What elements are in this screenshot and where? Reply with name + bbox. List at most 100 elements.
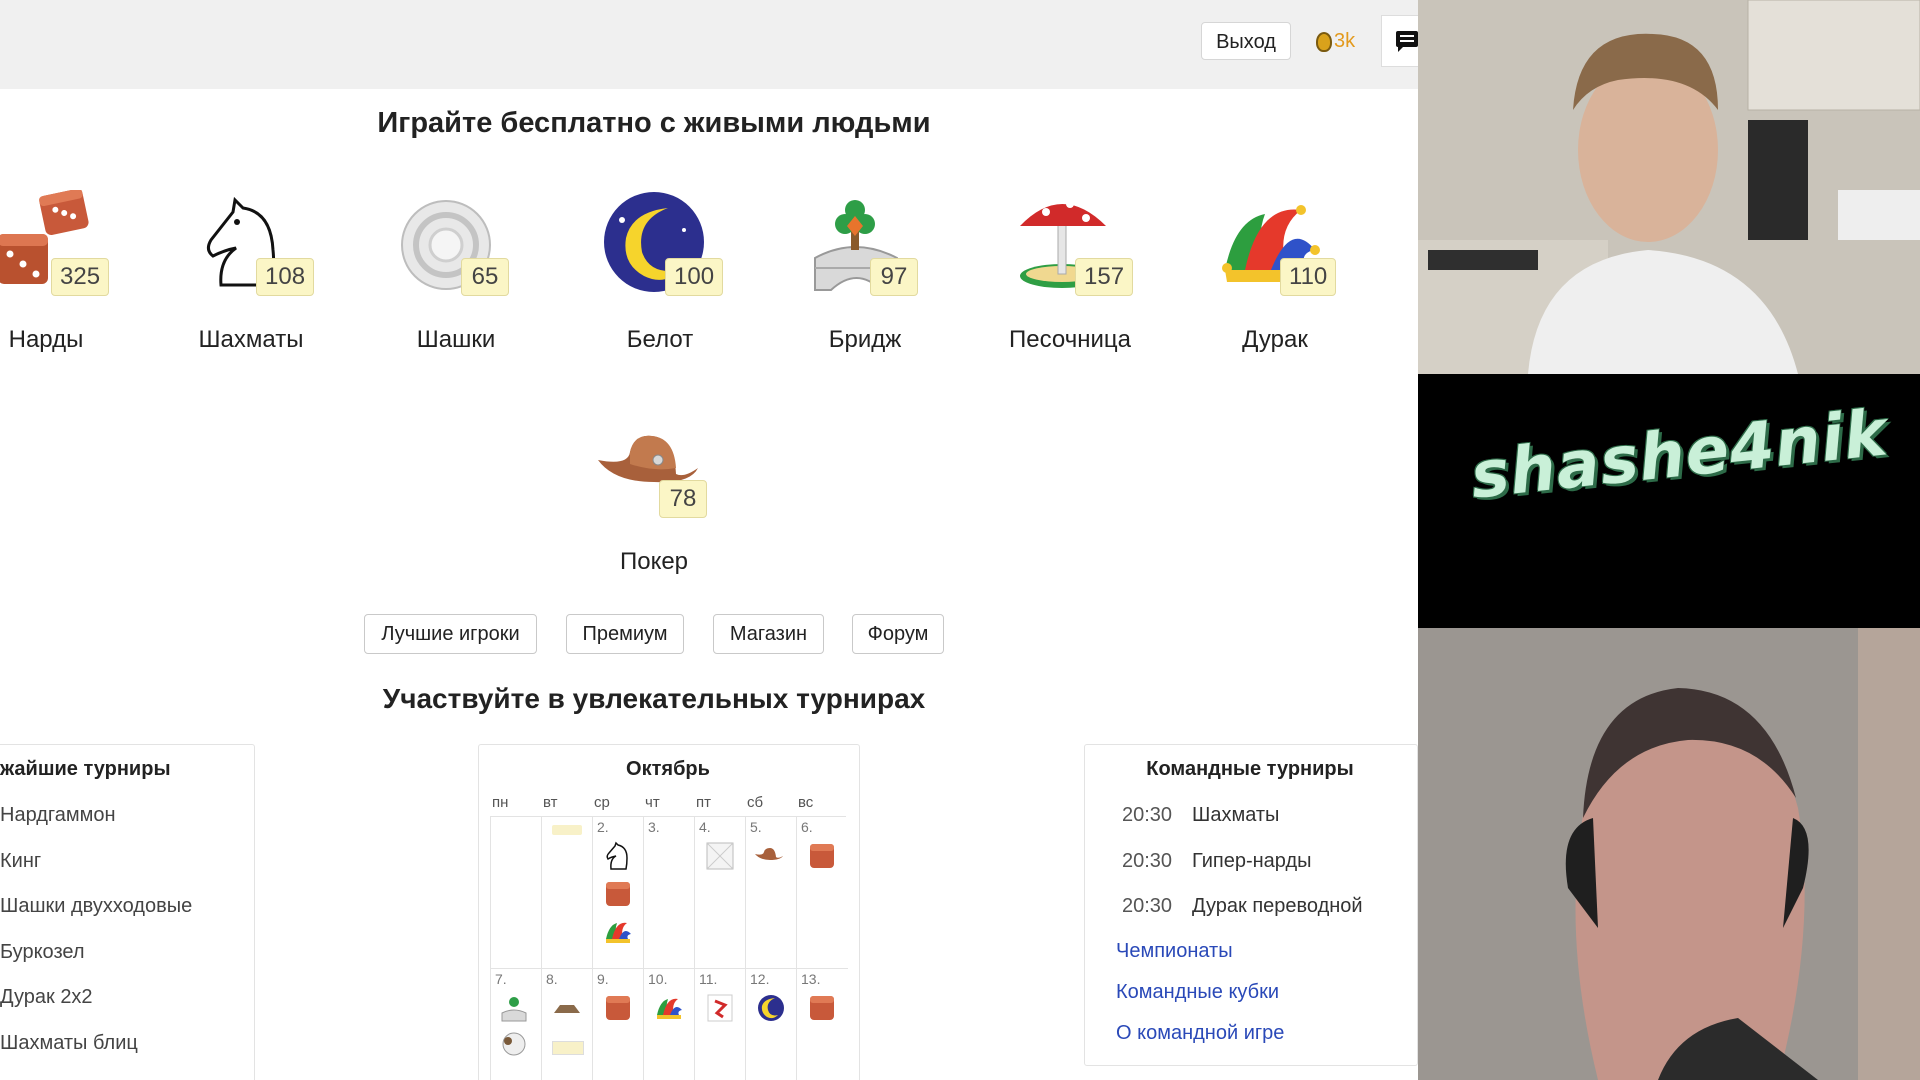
- game-tile-nardy[interactable]: 325 Нарды: [0, 190, 146, 370]
- game-name: Песочница: [1009, 326, 1131, 353]
- day-number: 11.: [699, 971, 718, 987]
- day-number: 4.: [699, 819, 711, 835]
- placeholder-image-icon[interactable]: [705, 841, 735, 871]
- tournament-link[interactable]: Буркозел: [0, 941, 85, 964]
- sheep-icon[interactable]: [499, 1029, 529, 1059]
- card-icon[interactable]: [705, 993, 735, 1023]
- weekday-label: ср: [594, 794, 610, 811]
- day-number: 13.: [801, 971, 821, 987]
- coin-amount: 3k: [1334, 30, 1356, 52]
- game-tile-checkers[interactable]: 65 Шашки: [356, 190, 556, 370]
- game-tile-bridge[interactable]: 97 Бридж: [765, 190, 965, 370]
- dice-icon[interactable]: [603, 879, 633, 909]
- moon-icon[interactable]: [756, 993, 786, 1023]
- shop-button[interactable]: Магазин: [713, 614, 824, 654]
- top-bar: Выход 3k: [0, 0, 1418, 89]
- day-number: 2.: [597, 819, 609, 835]
- tournaments-heading: Участвуйте в увлекательных турнирах: [382, 683, 926, 714]
- streamer-nickname: shashe4nik: [1467, 396, 1892, 514]
- roof-icon[interactable]: [552, 995, 582, 1025]
- calendar-day[interactable]: 4.: [695, 817, 746, 969]
- chat-icon: [1396, 31, 1418, 52]
- jester-hat-icon[interactable]: [654, 993, 684, 1023]
- tournament-link[interactable]: Дурак 2х2: [0, 986, 93, 1009]
- calendar-day[interactable]: [491, 817, 542, 969]
- chess-knight-icon[interactable]: [603, 841, 633, 871]
- link-buttons: Лучшие игроки Премиум Магазин Форум: [0, 614, 1418, 654]
- game-tile-belot[interactable]: 100 Белот: [560, 190, 760, 370]
- online-count-badge: 78: [659, 480, 707, 518]
- team-cups-link[interactable]: Командные кубки: [1116, 981, 1279, 1004]
- day-number: 10.: [648, 971, 668, 987]
- best-players-button[interactable]: Лучшие игроки: [364, 614, 537, 654]
- weekday-label: вс: [798, 794, 814, 811]
- tournament-link[interactable]: Шахматы блиц: [0, 1032, 138, 1055]
- day-number: 9.: [597, 971, 609, 987]
- panel-title: жайшие турниры: [0, 758, 171, 780]
- calendar-day[interactable]: 5.: [746, 817, 797, 969]
- championships-link[interactable]: Чемпионаты: [1116, 940, 1233, 963]
- day-number: 3.: [648, 819, 660, 835]
- team-time: 20:30: [1122, 895, 1173, 917]
- day-number: 7.: [495, 971, 507, 987]
- bridge-icon[interactable]: [499, 993, 529, 1023]
- calendar-day[interactable]: [542, 817, 593, 969]
- dice-icon[interactable]: [603, 993, 633, 1023]
- game-name: Дурак: [1242, 326, 1308, 353]
- game-tile-durak[interactable]: 110 Дурак: [1175, 190, 1375, 370]
- calendar-day[interactable]: 7.: [491, 969, 542, 1080]
- game-name: Нарды: [8, 326, 84, 353]
- game-tile-sandbox[interactable]: 157 Песочница: [970, 190, 1170, 370]
- team-tournament-link[interactable]: Шахматы: [1192, 804, 1279, 827]
- game-tile-chess[interactable]: 108 Шахматы: [151, 190, 351, 370]
- webcam-image: [1418, 0, 1920, 374]
- game-portal-page: Выход 3k Играйте бесплатно с живыми людь…: [0, 0, 1418, 1080]
- calendar-day[interactable]: 12.: [746, 969, 797, 1080]
- coin-bag-icon: [1316, 31, 1332, 52]
- streamer-nickname-panel: shashe4nik: [1418, 374, 1920, 628]
- team-tournament-link[interactable]: Дурак переводной: [1192, 895, 1363, 918]
- day-number: 8.: [546, 971, 558, 987]
- weekday-label: сб: [747, 794, 764, 811]
- calendar-day[interactable]: 9.: [593, 969, 644, 1080]
- calendar-day[interactable]: 2.: [593, 817, 644, 969]
- logout-button[interactable]: Выход: [1201, 22, 1291, 60]
- tournament-link[interactable]: Нардгаммон: [0, 804, 116, 827]
- calendar-day[interactable]: 11.: [695, 969, 746, 1080]
- domino-icon[interactable]: [552, 1041, 584, 1055]
- play-heading: Играйте бесплатно с живыми людьми: [377, 107, 931, 139]
- jester-hat-icon[interactable]: [603, 917, 633, 947]
- day-number: 5.: [750, 819, 762, 835]
- calendar-month: Октябрь: [626, 758, 710, 780]
- online-count-badge: 65: [461, 258, 509, 296]
- game-name: Белот: [626, 326, 694, 353]
- online-count-badge: 325: [51, 258, 110, 296]
- game-tile-poker[interactable]: 78 Покер: [554, 412, 754, 592]
- calendar-day[interactable]: 13.: [797, 969, 848, 1080]
- weekday-label: чт: [645, 794, 660, 811]
- forum-button[interactable]: Форум: [852, 614, 944, 654]
- chat-button[interactable]: [1381, 15, 1418, 67]
- online-count-badge: 108: [256, 258, 315, 296]
- tournament-link[interactable]: Кинг: [0, 850, 41, 873]
- dice-icon[interactable]: [807, 841, 837, 871]
- online-count-badge: 97: [870, 258, 918, 296]
- online-count-badge: 100: [665, 258, 724, 296]
- about-team-play-link[interactable]: О командной игре: [1116, 1022, 1284, 1045]
- dice-icon[interactable]: [807, 993, 837, 1023]
- team-time: 20:30: [1122, 804, 1173, 826]
- calendar-day[interactable]: 8.: [542, 969, 593, 1080]
- online-count-badge: 157: [1075, 258, 1134, 296]
- calendar-day[interactable]: 10.: [644, 969, 695, 1080]
- game-name: Шахматы: [198, 326, 304, 353]
- coin-balance[interactable]: 3k: [1316, 30, 1355, 53]
- webcam-bottom: [1418, 628, 1920, 1080]
- weekday-label: вт: [543, 794, 558, 811]
- calendar-day[interactable]: 3.: [644, 817, 695, 969]
- tournament-link[interactable]: Шашки двухходовые: [0, 895, 192, 918]
- calendar-day[interactable]: 6.: [797, 817, 848, 969]
- cowboy-hat-icon[interactable]: [754, 839, 784, 869]
- premium-button[interactable]: Премиум: [566, 614, 684, 654]
- team-time: 20:30: [1122, 850, 1173, 872]
- team-tournament-link[interactable]: Гипер-нарды: [1192, 850, 1312, 873]
